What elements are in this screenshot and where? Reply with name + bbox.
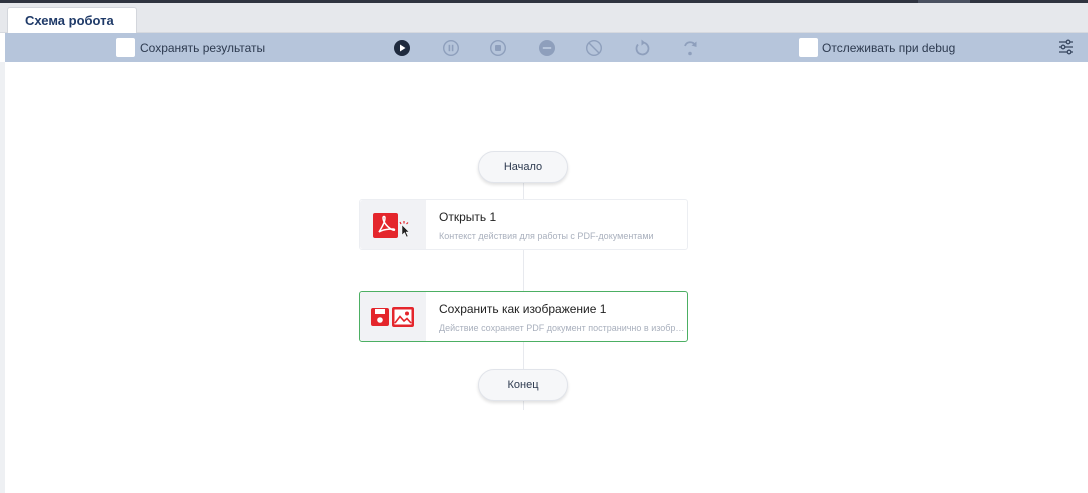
end-node[interactable]: Конец bbox=[478, 369, 568, 401]
flow-canvas[interactable] bbox=[5, 62, 1088, 493]
track-debug-label: Отслеживать при debug bbox=[822, 41, 956, 55]
start-node[interactable]: Начало bbox=[478, 151, 568, 183]
toolbar: Сохранять результаты Отслеживать при deb… bbox=[5, 33, 1088, 62]
cancel-icon[interactable] bbox=[585, 39, 603, 57]
stop-icon[interactable] bbox=[489, 39, 507, 57]
undo-icon[interactable] bbox=[633, 39, 651, 57]
node-icon-box bbox=[360, 200, 426, 249]
save-results-label: Сохранять результаты bbox=[140, 41, 266, 55]
sliders-icon[interactable] bbox=[1057, 38, 1075, 56]
node-description: Контекст действия для работы с PDF-докум… bbox=[439, 231, 654, 241]
action-node-save-as-image[interactable]: Сохранить как изображение 1 Действие сох… bbox=[359, 291, 688, 342]
save-results-checkbox[interactable] bbox=[116, 38, 135, 57]
tab-robot-scheme[interactable]: Схема робота bbox=[7, 7, 137, 34]
minus-circle-icon[interactable] bbox=[538, 39, 556, 57]
track-debug-checkbox[interactable] bbox=[799, 38, 818, 57]
node-icon-box bbox=[360, 292, 426, 341]
play-icon[interactable] bbox=[393, 39, 411, 57]
node-title: Сохранить как изображение 1 bbox=[439, 302, 607, 316]
node-description: Действие сохраняет PDF документ пострани… bbox=[439, 323, 685, 333]
action-node-open[interactable]: Открыть 1 Контекст действия для работы с… bbox=[359, 199, 688, 250]
pause-icon[interactable] bbox=[442, 39, 460, 57]
pdf-open-icon bbox=[373, 213, 410, 238]
redo-icon[interactable] bbox=[681, 39, 699, 57]
node-title: Открыть 1 bbox=[439, 210, 497, 224]
save-image-icon bbox=[371, 307, 414, 327]
tab-bar: Схема робота bbox=[0, 3, 1088, 34]
